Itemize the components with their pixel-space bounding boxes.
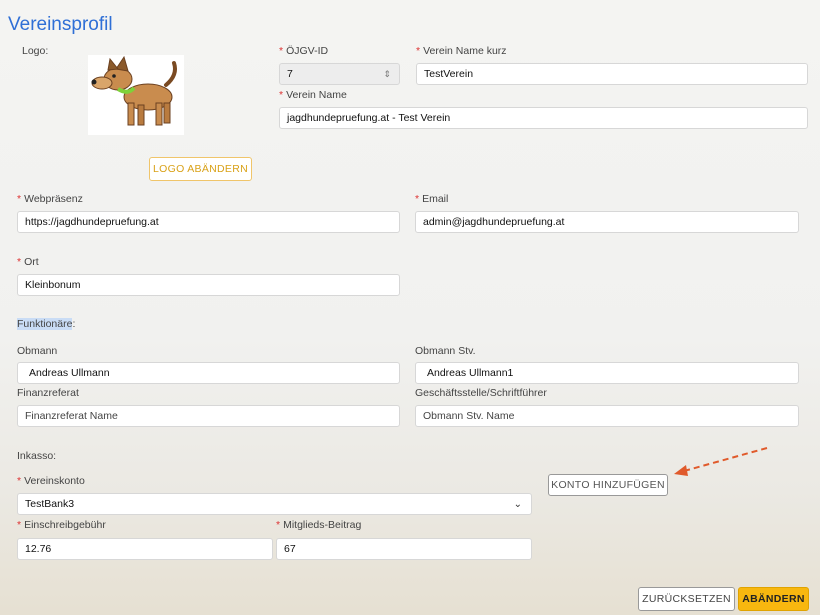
ojgv-id-field[interactable]: 7 ⇕ <box>279 63 400 85</box>
einschreibgebuehr-field[interactable]: 12.76 <box>17 538 273 560</box>
verein-name-kurz-field[interactable]: TestVerein <box>416 63 808 85</box>
change-logo-button[interactable]: LOGO ABÄNDERN <box>149 157 252 181</box>
geschaeftsstelle-field[interactable]: Obmann Stv. Name <box>415 405 799 427</box>
email-label: * Email <box>415 193 449 205</box>
vereinskonto-value: TestBank3 <box>25 498 75 510</box>
obmann-label: Obmann <box>17 345 58 357</box>
webpraesenz-field[interactable]: https://jagdhundepruefung.at <box>17 211 400 233</box>
ojgv-id-label: * ÖJGV-ID <box>279 45 329 57</box>
email-field[interactable]: admin@jagdhundepruefung.at <box>415 211 799 233</box>
reset-button[interactable]: ZURÜCKSETZEN <box>638 587 735 611</box>
mitglieds-beitrag-label: * Mitglieds-Beitrag <box>276 519 362 531</box>
save-button[interactable]: ABÄNDERN <box>738 587 809 611</box>
logo-label: Logo: <box>22 45 49 57</box>
vereinskonto-select[interactable]: TestBank3 ⌄ <box>17 493 532 515</box>
vereinskonto-label: * Vereinskonto <box>17 475 85 487</box>
verein-name-kurz-label: * Verein Name kurz <box>416 45 507 57</box>
inkasso-heading: Inkasso: <box>17 450 57 462</box>
add-account-button[interactable]: KONTO HINZUFÜGEN <box>548 474 668 496</box>
funktionaere-heading: Funktionäre: <box>17 318 76 330</box>
obmann-field[interactable]: Andreas Ullmann <box>17 362 400 384</box>
mitglieds-beitrag-field[interactable]: 67 <box>276 538 532 560</box>
chevron-down-icon[interactable]: ⌄ <box>514 494 522 514</box>
dashed-arrow-icon <box>674 447 768 476</box>
dog-logo <box>88 55 184 135</box>
page-title: Vereinsprofil <box>8 14 113 35</box>
number-spinner-icon[interactable]: ⇕ <box>383 64 391 84</box>
finanzreferat-label: Finanzreferat <box>17 387 79 399</box>
ort-label: * Ort <box>17 256 39 268</box>
ort-field[interactable]: Kleinbonum <box>17 274 400 296</box>
verein-name-field[interactable]: jagdhundepruefung.at - Test Verein <box>279 107 808 129</box>
obmann-stv-label: Obmann Stv. <box>415 345 476 357</box>
finanzreferat-field[interactable]: Finanzreferat Name <box>17 405 400 427</box>
ojgv-id-value: 7 <box>287 68 293 80</box>
webpraesenz-label: * Webpräsenz <box>17 193 83 205</box>
geschaeftsstelle-label: Geschäftsstelle/Schriftführer <box>415 387 547 399</box>
verein-name-label: * Verein Name <box>279 89 347 101</box>
einschreibgebuehr-label: * Einschreibgebühr <box>17 519 106 531</box>
obmann-stv-field[interactable]: Andreas Ullmann1 <box>415 362 799 384</box>
